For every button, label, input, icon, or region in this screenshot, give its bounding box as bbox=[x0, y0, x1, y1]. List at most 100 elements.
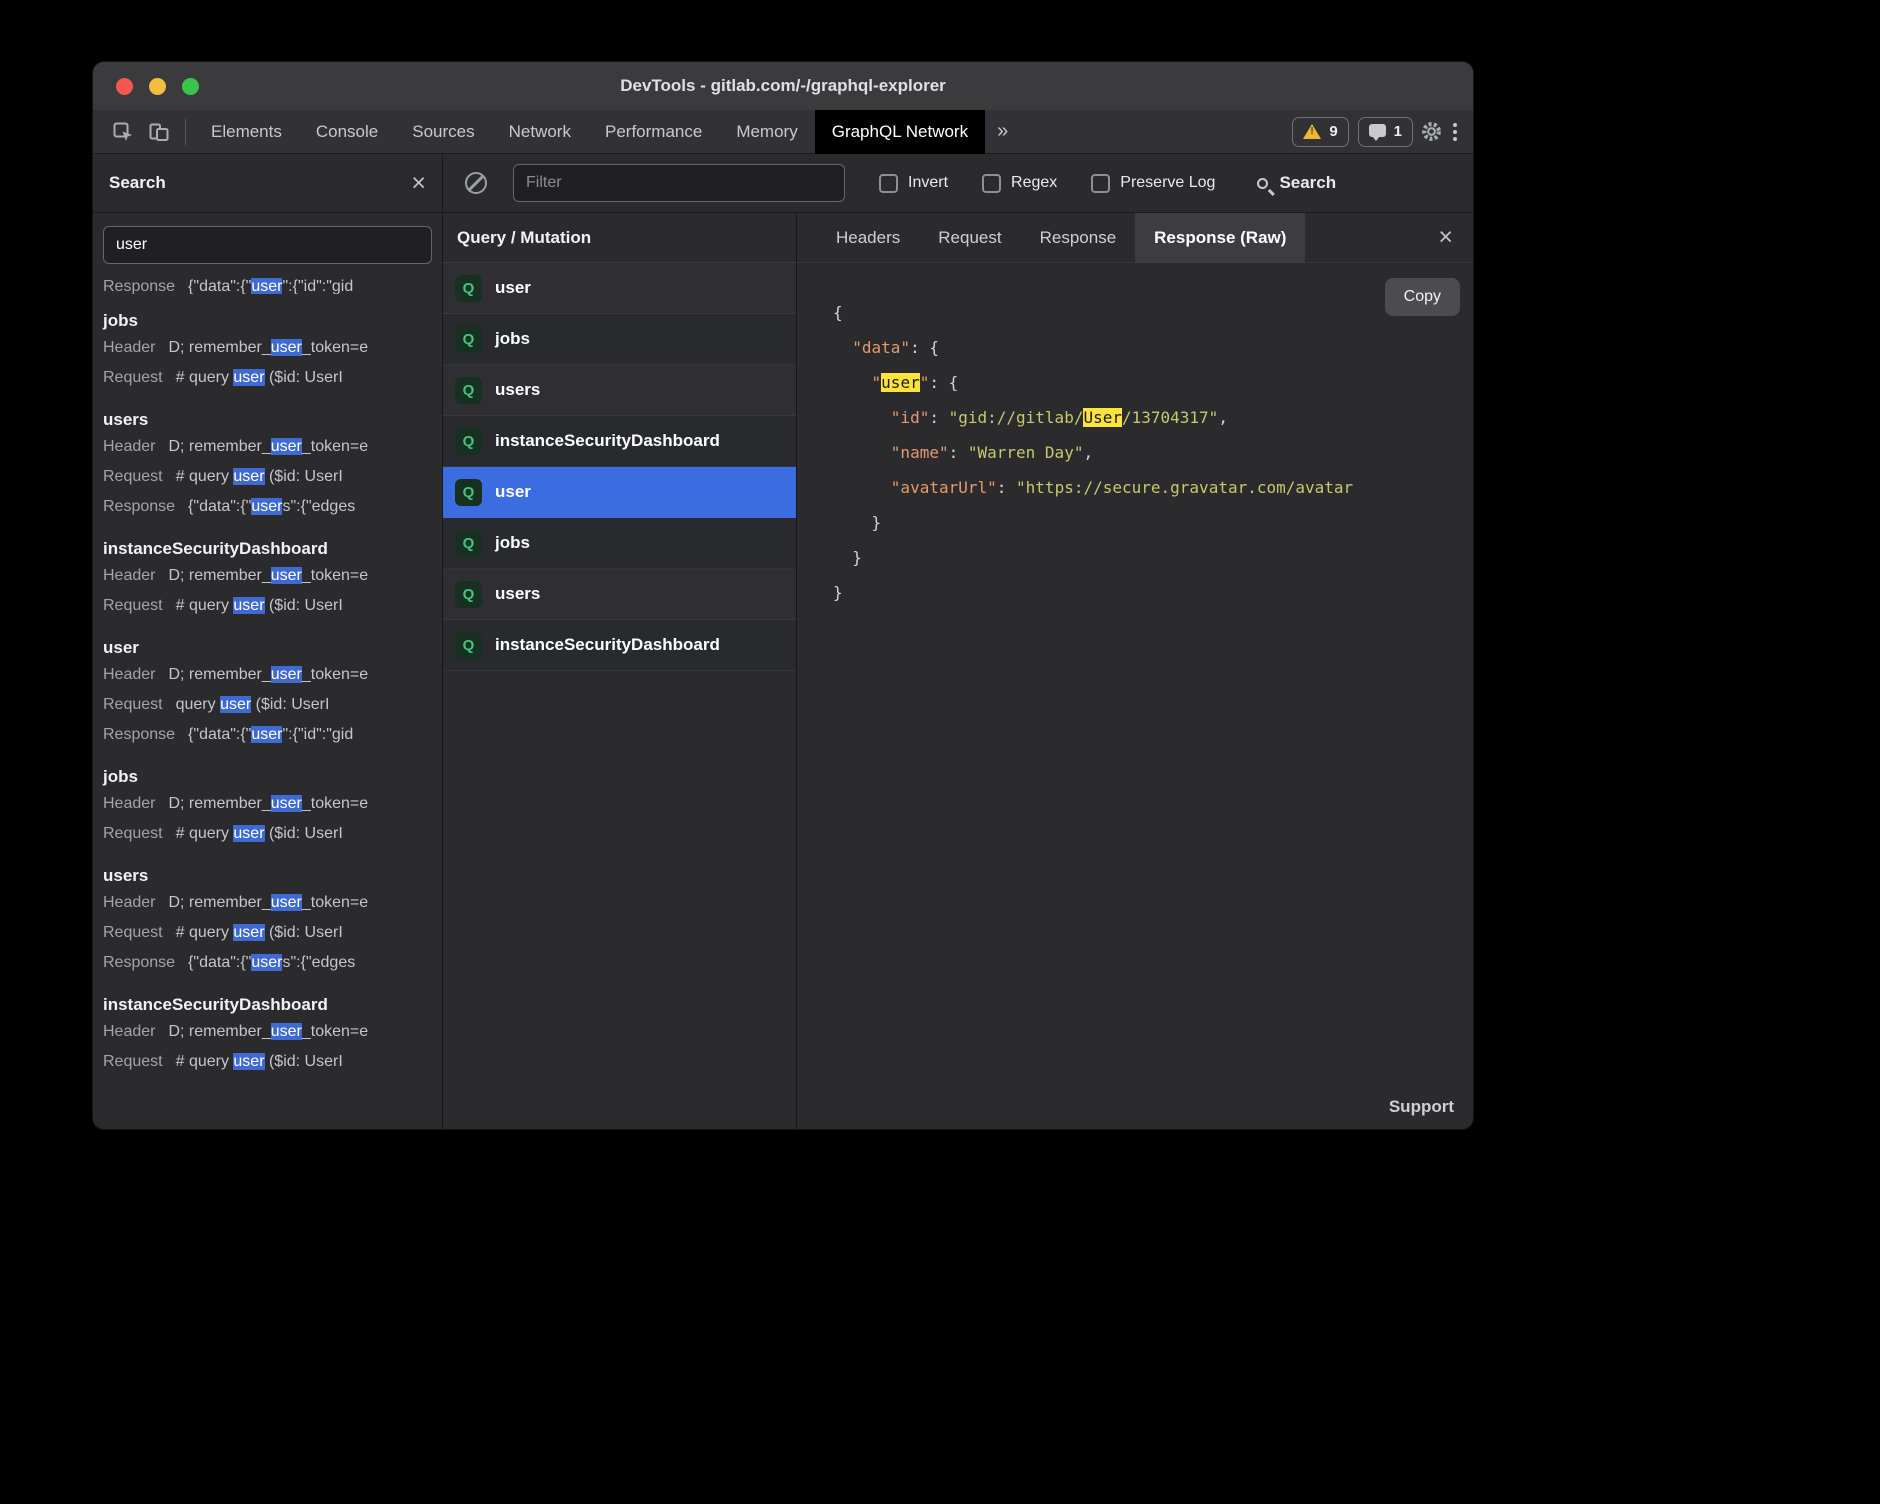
query-list-item[interactable]: Quser bbox=[443, 467, 796, 518]
json-token: " bbox=[920, 373, 930, 392]
query-name: users bbox=[495, 584, 540, 604]
search-result-line[interactable]: Request# query user ($id: UserI bbox=[103, 918, 442, 948]
search-result-group-title: instanceSecurityDashboard bbox=[103, 992, 442, 1017]
query-name: jobs bbox=[495, 329, 530, 349]
json-token: : { bbox=[929, 373, 958, 392]
query-type-badge: Q bbox=[455, 428, 482, 455]
json-line: } bbox=[833, 540, 1473, 575]
json-token: : { bbox=[910, 338, 939, 357]
copy-button[interactable]: Copy bbox=[1385, 278, 1460, 316]
search-result-line-label: Header bbox=[103, 894, 155, 911]
search-result-line[interactable]: Request# query user ($id: UserI bbox=[103, 591, 442, 621]
search-match-text: _token=e bbox=[302, 795, 368, 812]
search-result-line[interactable]: HeaderD; remember_user_token=e bbox=[103, 660, 442, 690]
checkbox-preserve-log[interactable]: Preserve Log bbox=[1091, 174, 1215, 193]
search-result-line-label: Response bbox=[103, 954, 175, 971]
search-result-line[interactable]: HeaderD; remember_user_token=e bbox=[103, 333, 442, 363]
checkbox-invert[interactable]: Invert bbox=[879, 174, 948, 193]
issues-badge[interactable]: 1 bbox=[1358, 117, 1413, 147]
search-result-line[interactable]: Response{"data":{"user":{"id":"gid bbox=[103, 720, 442, 750]
kebab-menu-icon[interactable] bbox=[1453, 123, 1457, 141]
search-result-line-content: D; remember_user_token=e bbox=[168, 567, 368, 584]
search-result-line[interactable]: Request# query user ($id: UserI bbox=[103, 363, 442, 393]
search-result-line[interactable]: Response{"data":{"users":{"edges bbox=[103, 948, 442, 978]
minimize-window-button[interactable] bbox=[149, 78, 166, 95]
search-result-group-title: user bbox=[103, 635, 442, 660]
search-match-highlight: user bbox=[271, 1023, 302, 1040]
search-result-line-content: D; remember_user_token=e bbox=[168, 438, 368, 455]
tab-graphql-network[interactable]: GraphQL Network bbox=[815, 110, 985, 154]
query-list-item[interactable]: QinstanceSecurityDashboard bbox=[443, 620, 796, 671]
search-result-line-content: # query user ($id: UserI bbox=[176, 924, 343, 941]
search-result-line[interactable]: HeaderD; remember_user_token=e bbox=[103, 789, 442, 819]
search-result-group: jobsHeaderD; remember_user_token=eReques… bbox=[103, 308, 442, 393]
checkbox-label: Preserve Log bbox=[1120, 174, 1215, 192]
search-result-line-content: # query user ($id: UserI bbox=[176, 1053, 343, 1070]
search-result-group: jobsHeaderD; remember_user_token=eReques… bbox=[103, 764, 442, 849]
query-type-badge: Q bbox=[455, 632, 482, 659]
search-result-line[interactable]: Request# query user ($id: UserI bbox=[103, 819, 442, 849]
json-token: "avatarUrl" bbox=[891, 478, 997, 497]
search-match-text: _token=e bbox=[302, 894, 368, 911]
search-result-line[interactable]: Response{"data":{"users":{"edges bbox=[103, 492, 442, 522]
search-result-group: usersHeaderD; remember_user_token=eReque… bbox=[103, 863, 442, 978]
tab-sources[interactable]: Sources bbox=[395, 110, 491, 154]
query-list-item[interactable]: QinstanceSecurityDashboard bbox=[443, 416, 796, 467]
query-list-item[interactable]: Qusers bbox=[443, 569, 796, 620]
tab-response[interactable]: Response bbox=[1021, 213, 1136, 263]
support-link[interactable]: Support bbox=[1389, 1097, 1454, 1117]
tab-performance[interactable]: Performance bbox=[588, 110, 719, 154]
tab-response-raw[interactable]: Response (Raw) bbox=[1135, 213, 1305, 263]
toolbar-search-button[interactable]: Search bbox=[1257, 173, 1336, 193]
query-list-item[interactable]: Qjobs bbox=[443, 518, 796, 569]
close-search-icon[interactable]: × bbox=[411, 171, 426, 196]
search-result-line-content: # query user ($id: UserI bbox=[176, 825, 343, 842]
query-list-item[interactable]: Quser bbox=[443, 263, 796, 314]
search-match-highlight: User bbox=[1083, 408, 1122, 427]
device-toolbar-icon[interactable] bbox=[141, 114, 177, 150]
query-type-badge: Q bbox=[455, 377, 482, 404]
json-token: } bbox=[833, 513, 881, 532]
tab-network[interactable]: Network bbox=[492, 110, 588, 154]
search-match-text: D; remember_ bbox=[168, 1023, 270, 1040]
clear-requests-icon[interactable] bbox=[465, 172, 487, 194]
tab-elements[interactable]: Elements bbox=[194, 110, 299, 154]
search-result-line[interactable]: HeaderD; remember_user_token=e bbox=[103, 432, 442, 462]
search-match-text: D; remember_ bbox=[168, 666, 270, 683]
tab-memory[interactable]: Memory bbox=[719, 110, 814, 154]
search-result-line-label: Request bbox=[103, 468, 163, 485]
search-result-line[interactable]: Requestquery user ($id: UserI bbox=[103, 690, 442, 720]
tab-request[interactable]: Request bbox=[919, 213, 1020, 263]
warnings-badge[interactable]: 9 bbox=[1292, 117, 1348, 147]
settings-gear-icon[interactable] bbox=[1413, 114, 1449, 150]
tab-console[interactable]: Console bbox=[299, 110, 395, 154]
search-match-text: _token=e bbox=[302, 438, 368, 455]
toolbar-search-label: Search bbox=[1279, 173, 1336, 193]
search-match-text: _token=e bbox=[302, 567, 368, 584]
search-result-line[interactable]: Request# query user ($id: UserI bbox=[103, 1047, 442, 1077]
search-result-line[interactable]: Response{"data":{"user":{"id":"gid bbox=[103, 272, 442, 294]
filter-input[interactable] bbox=[513, 164, 845, 202]
close-details-icon[interactable]: × bbox=[1438, 225, 1473, 250]
query-list-item[interactable]: Qusers bbox=[443, 365, 796, 416]
warning-icon bbox=[1303, 124, 1321, 139]
search-result-line[interactable]: HeaderD; remember_user_token=e bbox=[103, 1017, 442, 1047]
zoom-window-button[interactable] bbox=[182, 78, 199, 95]
search-result-line[interactable]: HeaderD; remember_user_token=e bbox=[103, 561, 442, 591]
json-line: { bbox=[833, 295, 1473, 330]
tab-headers[interactable]: Headers bbox=[817, 213, 919, 263]
checkbox-regex[interactable]: Regex bbox=[982, 174, 1057, 193]
search-result-line-label: Request bbox=[103, 369, 163, 386]
search-input[interactable] bbox=[103, 226, 432, 264]
query-list-item[interactable]: Qjobs bbox=[443, 314, 796, 365]
search-result-line-label: Header bbox=[103, 339, 155, 356]
response-raw-view: Copy { "data": { "user": { "id": "gid://… bbox=[797, 263, 1473, 1129]
close-window-button[interactable] bbox=[116, 78, 133, 95]
search-result-line[interactable]: HeaderD; remember_user_token=e bbox=[103, 888, 442, 918]
search-result-line[interactable]: Request# query user ($id: UserI bbox=[103, 462, 442, 492]
message-count: 1 bbox=[1394, 123, 1402, 140]
more-tabs-chevron[interactable]: » bbox=[985, 120, 1020, 143]
search-match-text: D; remember_ bbox=[168, 795, 270, 812]
inspect-element-icon[interactable] bbox=[105, 114, 141, 150]
search-match-highlight: user bbox=[233, 1053, 264, 1070]
